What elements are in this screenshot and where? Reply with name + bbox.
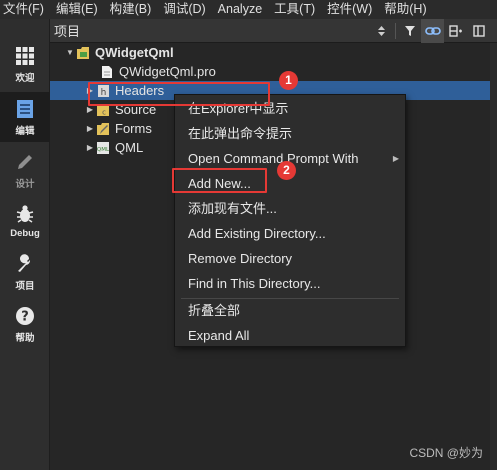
pane-toolbar	[370, 18, 490, 43]
expand-arrow-icon[interactable]: ▶	[84, 143, 96, 152]
ctx-open-command-prompt[interactable]: 在此弹出命令提示	[175, 121, 405, 146]
pencil-icon	[14, 151, 36, 173]
mode-label: 设计	[15, 178, 35, 190]
project-pane-header: 项目	[50, 18, 497, 43]
mode-projects[interactable]: 项目	[0, 247, 50, 297]
mode-bar: 欢迎 编辑 设计 Debug 项目 ? 帮助	[0, 19, 50, 470]
menu-help[interactable]: 帮助(H)	[378, 0, 432, 19]
annotation-box-add-new	[172, 168, 267, 193]
annotation-badge: 2	[277, 161, 296, 180]
help-icon: ?	[14, 305, 36, 327]
mode-edit[interactable]: 编辑	[0, 92, 50, 142]
menu-bar: 文件(F) 编辑(E) 构建(B) 调试(D) Analyze 工具(T) 控件…	[0, 0, 497, 19]
tree-item-label: QML	[115, 140, 144, 155]
close-icon[interactable]	[467, 19, 490, 43]
qml-folder-icon: QML	[96, 141, 110, 155]
svg-text:?: ?	[21, 309, 29, 324]
tree-item-pro-file[interactable]: QWidgetQml.pro	[50, 62, 490, 81]
menu-edit[interactable]: 编辑(E)	[50, 0, 104, 19]
annotation-box-headers	[88, 82, 270, 106]
svg-text:c: c	[102, 108, 106, 116]
mode-design[interactable]: 设计	[0, 145, 50, 195]
menu-build[interactable]: 构建(B)	[104, 0, 158, 19]
expand-arrow-icon[interactable]: ▶	[84, 124, 96, 133]
forms-folder-icon	[96, 122, 110, 136]
mode-help[interactable]: ? 帮助	[0, 299, 50, 349]
ctx-collapse-all[interactable]: 折叠全部	[175, 298, 405, 323]
bug-icon	[14, 203, 36, 225]
mode-debug[interactable]: Debug	[0, 196, 50, 246]
context-menu: 在Explorer中显示 在此弹出命令提示 Open Command Promp…	[174, 94, 406, 347]
expand-arrow-icon[interactable]: ▶	[84, 105, 96, 114]
tree-item-label: QWidgetQml.pro	[119, 64, 216, 79]
mode-welcome[interactable]: 欢迎	[0, 39, 50, 89]
watermark: CSDN @妙为	[409, 446, 483, 460]
project-icon	[76, 46, 90, 60]
ctx-add-existing-files[interactable]: 添加现有文件...	[175, 196, 405, 221]
submenu-arrow-icon: ▶	[392, 154, 399, 163]
tree-item-label: Forms	[115, 121, 152, 136]
menu-file[interactable]: 文件(F)	[0, 0, 50, 19]
pane-title: 项目	[54, 24, 81, 39]
ctx-remove-directory[interactable]: Remove Directory	[175, 246, 405, 271]
collapse-arrow-icon[interactable]: ▼	[64, 48, 76, 57]
menu-analyze[interactable]: Analyze	[212, 0, 268, 19]
tree-root-label: QWidgetQml	[95, 45, 174, 60]
menu-controls[interactable]: 控件(W)	[321, 0, 378, 19]
tree-scrollbar[interactable]	[490, 43, 497, 470]
mode-label: 欢迎	[15, 72, 35, 84]
ctx-add-existing-directory[interactable]: Add Existing Directory...	[175, 221, 405, 246]
pro-file-icon	[100, 65, 114, 79]
updown-icon[interactable]	[370, 19, 393, 43]
mode-label: 项目	[15, 280, 35, 292]
split-icon[interactable]	[444, 19, 467, 43]
ctx-expand-all[interactable]: Expand All	[175, 323, 405, 348]
grid-icon	[14, 45, 36, 67]
tree-root[interactable]: ▼ QWidgetQml	[50, 43, 490, 62]
filter-icon[interactable]	[398, 19, 421, 43]
link-icon[interactable]	[421, 18, 444, 43]
document-edit-icon	[14, 98, 36, 120]
wrench-icon	[14, 253, 36, 275]
mode-label: Debug	[10, 228, 40, 239]
toolbar-divider	[395, 22, 396, 39]
menu-tools[interactable]: 工具(T)	[268, 0, 321, 19]
ctx-item-label: Open Command Prompt With	[188, 151, 359, 166]
mode-label: 编辑	[15, 125, 35, 137]
ctx-find-in-directory[interactable]: Find in This Directory...	[175, 271, 405, 296]
menu-debug[interactable]: 调试(D)	[157, 0, 211, 19]
annotation-badge: 1	[279, 71, 298, 90]
svg-text:QML: QML	[97, 147, 110, 153]
mode-label: 帮助	[15, 332, 35, 344]
